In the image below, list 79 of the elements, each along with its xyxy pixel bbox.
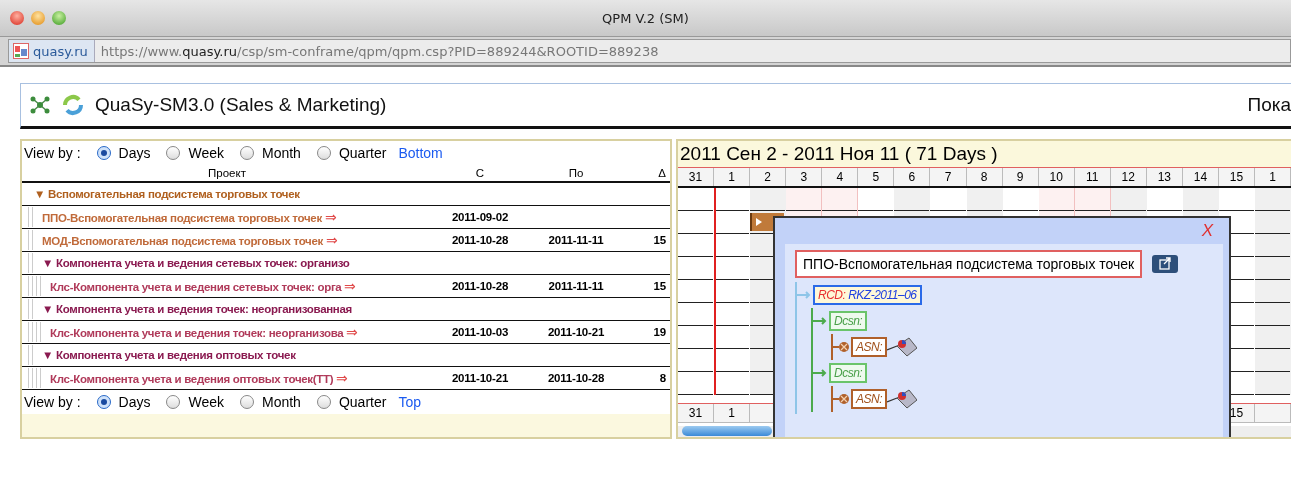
day-header: 11 (1074, 168, 1111, 186)
day-header: 13 (1146, 168, 1183, 186)
day-header: 4 (822, 168, 859, 186)
column-header: Проект (207, 167, 247, 179)
day-label: 1 (728, 406, 735, 420)
header-link[interactable]: Пока (1247, 94, 1291, 116)
view-by-label: View by : (24, 145, 81, 161)
duration-cell-text: 15 (652, 280, 667, 292)
scroll-thumb[interactable] (682, 426, 772, 436)
url-text: https://www.quasy.ru/csp/sm-conframe/qpm/qpm.csp?PID=889244&ROOTID=889238 (99, 43, 659, 59)
close-window-button[interactable] (10, 11, 24, 25)
end-date-cell-text: 2011-11-11 (547, 280, 605, 292)
column-header: С (474, 167, 486, 179)
popup-title: ППО-Вспомогательная подсистема торговых точек (795, 250, 1143, 278)
end-date-cell-text: 2011-11-11 (547, 234, 605, 246)
day-header: 1 (1255, 168, 1291, 186)
view-radio[interactable]: Month (240, 145, 301, 161)
address-field[interactable]: quasy.ru https://www.quasy.ru/csp/sm-conframe/qpm/qpm.csp?PID=889244&ROOTID=889238 (8, 39, 1291, 63)
day-header: 12 (1110, 168, 1147, 186)
duration-cell-text: 15 (652, 234, 667, 246)
task-link[interactable]: Клс-Компонента учета и ведения оптовых точек(ТТ) ⇒ (44, 370, 348, 386)
view-radio[interactable]: Quarter (316, 145, 387, 161)
top-link[interactable]: Top (398, 394, 421, 410)
group-name[interactable]: ▼ Компонента учета и ведения сетевых точек: организо (36, 257, 350, 269)
day-header: 15 (1218, 168, 1255, 186)
task-link[interactable]: Клс-Компонента учета и ведения сетевых точек: орга ⇒ (44, 278, 357, 294)
app-title: QuaSy-SM3.0 (Sales & Marketing) (95, 94, 387, 116)
day-header: 7 (930, 168, 967, 186)
duration-cell-text: 19 (652, 326, 667, 338)
start-date-cell-text: 2011-10-21 (450, 372, 510, 384)
bottom-link[interactable]: Bottom (398, 145, 443, 161)
group-name[interactable]: ▼ Компонента учета и ведения оптовых точек (36, 349, 296, 361)
view-radio[interactable]: Month (240, 394, 301, 410)
view-by-label: View by : (24, 394, 81, 410)
view-radio[interactable]: Week (166, 145, 224, 161)
day-label: 15 (1229, 406, 1244, 420)
open-external-icon[interactable] (1152, 255, 1179, 273)
site-icon (13, 43, 29, 59)
start-date-cell-text: 2011-10-28 (450, 234, 510, 246)
task-link[interactable]: ППО-Вспомогательная подсистема торговых точек ⇒ (36, 209, 337, 225)
molecule-icon (29, 95, 51, 115)
view-radio[interactable]: Days (96, 145, 151, 161)
joystick-icon[interactable] (887, 336, 917, 358)
day-header: 8 (966, 168, 1003, 186)
day-header: 14 (1182, 168, 1219, 186)
gantt-title: 2011 Сен 2 - 2011 Ноя 11 ( 71 Days ) (678, 141, 1291, 167)
task-link[interactable]: МОД-Вспомогательная подсистема торговых точек ⇒ (36, 232, 338, 248)
site-name: quasy.ru (33, 43, 88, 59)
group-name[interactable]: ▼ Вспомогательная подсистема торговых точек (28, 188, 300, 200)
column-header: По (567, 167, 585, 179)
day-header: 10 (1038, 168, 1075, 186)
assignment-node[interactable]: ASN: (851, 389, 887, 409)
day-header: 5 (858, 168, 895, 186)
start-date-cell-text: 2011-10-03 (450, 326, 510, 338)
day-header: 9 (1002, 168, 1039, 186)
duration-cell-text: 8 (658, 372, 667, 384)
refresh-icon[interactable] (61, 93, 85, 117)
day-label: 31 (688, 406, 703, 420)
joystick-icon[interactable] (887, 388, 917, 410)
start-date-cell-text: 2011-10-28 (450, 280, 510, 292)
day-header: 31 (678, 168, 715, 186)
view-radio[interactable]: Week (166, 394, 224, 410)
window-title: QPM V.2 (SM) (601, 10, 690, 26)
record-node[interactable]: RCD: RKZ-2011–06 (813, 285, 922, 305)
day-header: 2 (750, 168, 787, 186)
group-name[interactable]: ▼ Компонента учета и ведения точек: неорганизованная (36, 303, 353, 315)
view-radio[interactable]: Days (96, 394, 151, 410)
column-header: Δ (657, 167, 667, 179)
day-header: 6 (894, 168, 931, 186)
zoom-window-button[interactable] (52, 11, 66, 25)
view-radio[interactable]: Quarter (316, 394, 387, 410)
end-date-cell-text: 2011-10-21 (546, 326, 606, 338)
start-date-cell-text: 2011-09-02 (450, 211, 510, 223)
end-date-cell-text: 2011-10-28 (546, 372, 606, 384)
assignment-node[interactable]: ASN: (851, 337, 887, 357)
day-header: 3 (786, 168, 823, 186)
day-header: 1 (714, 168, 751, 186)
task-link[interactable]: Клс-Компонента учета и ведения точек: неорганизова ⇒ (44, 324, 359, 340)
minimize-window-button[interactable] (31, 11, 45, 25)
